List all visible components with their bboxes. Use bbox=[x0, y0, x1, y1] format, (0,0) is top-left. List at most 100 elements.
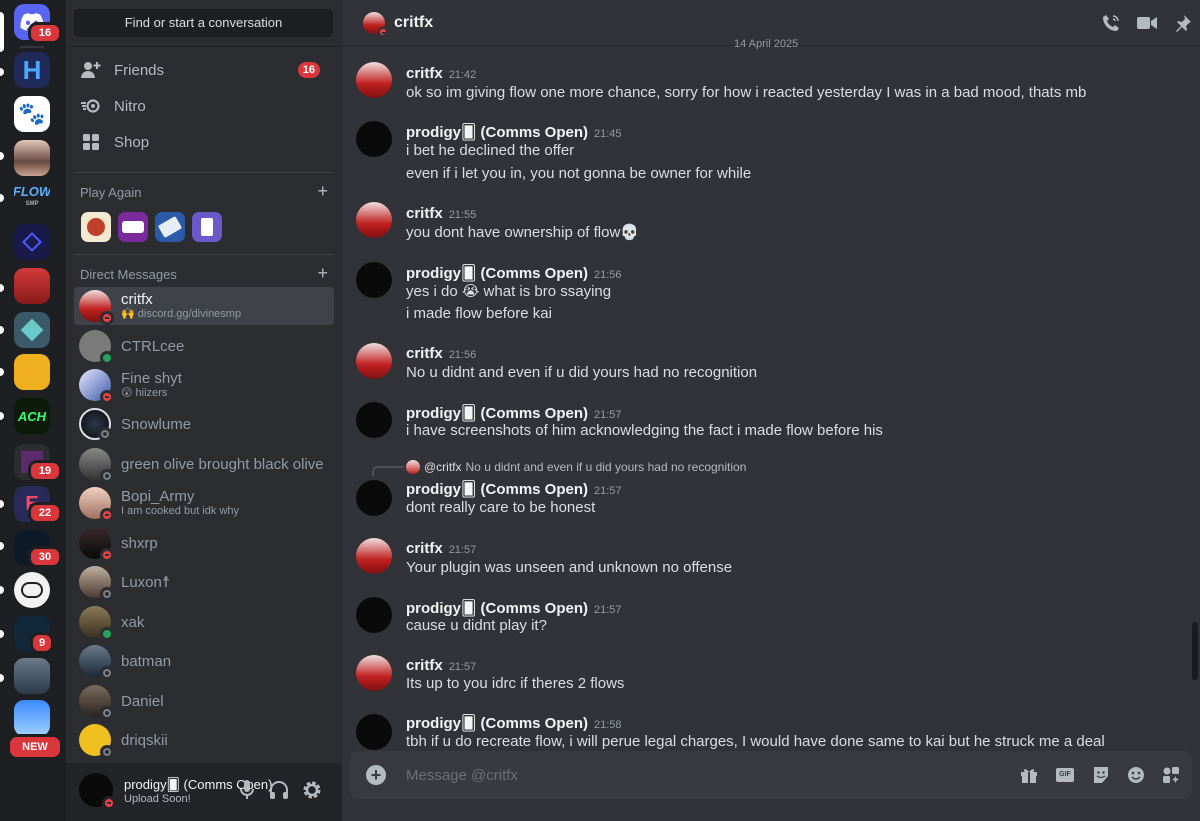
dm-item-critfx[interactable]: critfx 🙌 discord.gg/divinesmp bbox=[74, 287, 334, 325]
emoji-icon[interactable] bbox=[1125, 765, 1147, 785]
message-timestamp: 21:57 bbox=[594, 604, 622, 616]
message-avatar[interactable] bbox=[356, 121, 392, 157]
message-author[interactable]: prodigy🂠 (Comms Open) 21:57 bbox=[406, 480, 622, 498]
server-crystal[interactable] bbox=[14, 312, 50, 348]
server-night[interactable]: 9 bbox=[14, 616, 54, 654]
dm-item-driqskii[interactable]: driqskii bbox=[74, 721, 334, 759]
message-avatar[interactable] bbox=[356, 62, 392, 98]
server-cyan[interactable] bbox=[14, 700, 50, 736]
message-avatar[interactable] bbox=[356, 655, 392, 691]
message-avatar[interactable] bbox=[356, 480, 392, 516]
message-timestamp: 21:45 bbox=[594, 128, 622, 140]
message-input[interactable]: Message @critfx bbox=[406, 767, 518, 784]
add-game-plus-icon[interactable]: + bbox=[317, 182, 328, 200]
dm-item-shxrp[interactable]: shxrp bbox=[74, 524, 334, 562]
message-author[interactable]: prodigy🂠 (Comms Open) 21:58 bbox=[406, 714, 622, 732]
server-paw[interactable]: 🐾 bbox=[14, 96, 50, 132]
message-timestamp: 21:57 bbox=[448, 544, 477, 556]
message-author[interactable]: critfx 21:57 bbox=[406, 657, 476, 674]
server-flow[interactable]: FLOW SMP bbox=[14, 180, 50, 216]
gif-icon[interactable]: GIF bbox=[1054, 765, 1076, 785]
dm-item-ctrlcee[interactable]: CTRLcee bbox=[74, 327, 334, 365]
message-author[interactable]: critfx 21:42 bbox=[406, 65, 476, 82]
create-dm-plus-icon[interactable]: + bbox=[317, 264, 328, 282]
settings-gear-icon[interactable] bbox=[301, 779, 323, 801]
header-username[interactable]: critfx bbox=[394, 14, 433, 32]
server-red-hat[interactable] bbox=[14, 268, 50, 304]
reply-text: No u didnt and even if u did yours had n… bbox=[465, 460, 747, 474]
message-author[interactable]: critfx 21:56 bbox=[406, 345, 476, 362]
message-author[interactable]: prodigy🂠 (Comms Open) 21:57 bbox=[406, 599, 622, 617]
header-avatar[interactable] bbox=[363, 11, 388, 37]
dnd-status-icon bbox=[100, 548, 114, 562]
dm-item-daniel[interactable]: Daniel bbox=[74, 682, 334, 720]
sticker-icon[interactable] bbox=[1090, 765, 1112, 785]
nav-nitro[interactable]: Nitro bbox=[74, 89, 334, 123]
message-author[interactable]: prodigy🂠 (Comms Open) 21:45 bbox=[406, 123, 622, 141]
message-author[interactable]: prodigy🂠 (Comms Open) 21:57 bbox=[406, 404, 622, 422]
chat-scrollbar[interactable] bbox=[1192, 622, 1198, 680]
dm-item-green-olive[interactable]: green olive brought black olive bbox=[74, 445, 334, 483]
game-icon-1[interactable] bbox=[81, 212, 111, 242]
voice-call-icon[interactable] bbox=[1100, 12, 1122, 34]
server-e[interactable]: E 22 bbox=[14, 486, 62, 524]
message-timestamp: 21:57 bbox=[594, 409, 622, 421]
offline-status-icon bbox=[100, 706, 114, 720]
gift-icon[interactable] bbox=[1018, 765, 1040, 785]
server-skull[interactable] bbox=[14, 572, 50, 608]
server-ach[interactable]: ACH bbox=[14, 398, 50, 434]
search-button[interactable]: Find or start a conversation bbox=[74, 9, 333, 37]
dm-item-bopi-army[interactable]: Bopi_Army I am cooked but idk why bbox=[74, 484, 334, 522]
nav-shop[interactable]: Shop bbox=[74, 125, 334, 159]
server-photo[interactable] bbox=[14, 140, 50, 176]
game-icon-4[interactable] bbox=[192, 212, 222, 242]
server-game[interactable] bbox=[14, 658, 50, 694]
server-h[interactable]: H bbox=[14, 52, 50, 88]
dm-name: batman bbox=[121, 652, 172, 670]
section-divider bbox=[74, 254, 334, 255]
reply-reference[interactable]: @critfx No u didnt and even if u did you… bbox=[406, 460, 746, 474]
server-gold[interactable] bbox=[14, 354, 50, 390]
friends-icon bbox=[80, 59, 102, 81]
attach-plus-icon[interactable]: + bbox=[366, 765, 386, 785]
user-panel: prodigy🂠 (Comms Open) Upload Soon! bbox=[66, 763, 342, 821]
dm-item-xak[interactable]: xak bbox=[74, 603, 334, 641]
headphones-icon[interactable] bbox=[268, 779, 290, 801]
message-avatar[interactable] bbox=[356, 202, 392, 238]
dm-name: shxrp bbox=[121, 534, 158, 552]
dnd-status-icon bbox=[100, 311, 114, 325]
dm-item-fine-shyt[interactable]: Fine shyt 😲 hiizers bbox=[74, 366, 334, 404]
dm-item-snowlume[interactable]: Snowlume bbox=[74, 405, 334, 443]
server-blue[interactable] bbox=[14, 224, 50, 260]
video-call-icon[interactable] bbox=[1136, 12, 1158, 34]
user-avatar[interactable] bbox=[79, 773, 116, 810]
unread-pill bbox=[0, 586, 4, 594]
game-icon-2[interactable] bbox=[118, 212, 148, 242]
server-badge: 19 bbox=[28, 460, 62, 482]
game-icon-3[interactable] bbox=[155, 212, 185, 242]
message-avatar[interactable] bbox=[356, 597, 392, 633]
message-timestamp: 21:56 bbox=[448, 349, 477, 361]
dm-item-luxon[interactable]: Luxon☨ bbox=[74, 563, 334, 601]
apps-icon[interactable] bbox=[1160, 765, 1182, 785]
message-author[interactable]: prodigy🂠 (Comms Open) 21:56 bbox=[406, 264, 622, 282]
dnd-status-icon bbox=[102, 796, 116, 810]
message-author[interactable]: critfx 21:55 bbox=[406, 205, 476, 222]
nav-friends[interactable]: Friends 16 bbox=[74, 53, 334, 87]
message-author[interactable]: critfx 21:57 bbox=[406, 540, 476, 557]
server-purple[interactable]: 19 bbox=[14, 444, 62, 482]
dm-item-batman[interactable]: batman bbox=[74, 642, 334, 680]
message-avatar[interactable] bbox=[356, 714, 392, 750]
microphone-icon[interactable] bbox=[236, 779, 258, 801]
server-dark[interactable]: 30 bbox=[14, 530, 62, 568]
message-timestamp: 21:58 bbox=[594, 719, 622, 731]
message-avatar[interactable] bbox=[356, 538, 392, 574]
avatar bbox=[79, 645, 114, 680]
message-avatar[interactable] bbox=[356, 343, 392, 379]
home-button[interactable]: 16 bbox=[14, 4, 62, 44]
message-avatar[interactable] bbox=[356, 402, 392, 438]
message-avatar[interactable] bbox=[356, 262, 392, 298]
pinned-messages-icon[interactable] bbox=[1172, 12, 1194, 34]
online-status-icon bbox=[100, 351, 114, 365]
new-badge[interactable]: NEW bbox=[7, 734, 63, 760]
